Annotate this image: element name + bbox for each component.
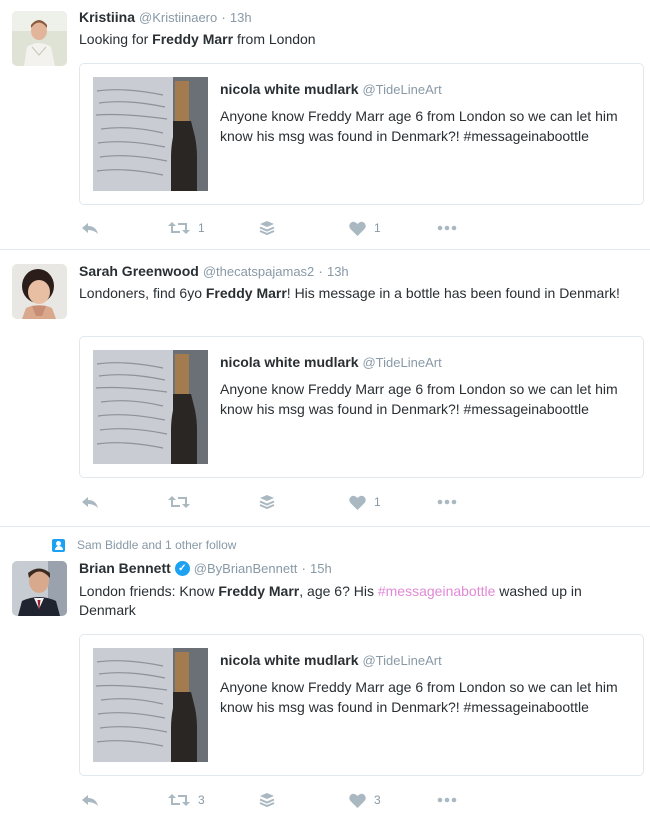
- quoted-tweet-image[interactable]: [93, 648, 208, 762]
- reply-icon: [82, 795, 98, 806]
- tweet-time[interactable]: 13h: [230, 10, 252, 25]
- stack-button[interactable]: [259, 219, 275, 237]
- tweet-text: London friends: Know Freddy Marr, age 6?…: [79, 582, 639, 620]
- avatar[interactable]: [12, 264, 67, 319]
- quoted-author-handle[interactable]: @TideLineArt: [362, 82, 441, 97]
- tweet-header: Kristiina @Kristiinaero · 13h: [79, 9, 252, 25]
- retweet-icon: [168, 794, 190, 806]
- retweet-icon: [168, 222, 190, 234]
- like-count: 3: [374, 793, 381, 807]
- heart-icon: [349, 221, 366, 236]
- tweet-text: Looking for Freddy Marr from London: [79, 30, 639, 49]
- quoted-tweet-image[interactable]: [93, 350, 208, 464]
- like-button[interactable]: 3: [349, 791, 381, 809]
- quoted-tweet-text: Anyone know Freddy Marr age 6 from Londo…: [220, 381, 618, 417]
- stack-icon: [259, 495, 275, 510]
- timeline: Kristiina @Kristiinaero · 13h Looking fo…: [0, 0, 650, 815]
- quoted-tweet[interactable]: nicola white mudlark @TideLineArt Anyone …: [79, 336, 644, 478]
- more-icon: [437, 499, 457, 505]
- heart-icon: [349, 793, 366, 808]
- tweet-time[interactable]: 13h: [327, 264, 349, 279]
- author-handle[interactable]: @ByBrianBennett: [194, 561, 298, 576]
- quoted-tweet[interactable]: nicola white mudlark @TideLineArt Anyone …: [79, 634, 644, 776]
- reply-button[interactable]: [81, 791, 99, 809]
- quoted-tweet-text: Anyone know Freddy Marr age 6 from Londo…: [220, 108, 618, 144]
- author-name[interactable]: Sarah Greenwood: [79, 263, 199, 279]
- heart-icon: [349, 495, 366, 510]
- tweet-text-bold: Freddy Marr: [218, 583, 300, 599]
- author-handle[interactable]: @Kristiinaero: [139, 10, 217, 25]
- tweet-text-part: ! His message in a bottle has been found…: [286, 285, 620, 301]
- tweet-header: Sarah Greenwood @thecatspajamas2 · 13h: [79, 263, 349, 279]
- stack-icon: [259, 221, 275, 236]
- quoted-tweet-header: nicola white mudlark @TideLineArt: [220, 652, 442, 668]
- verified-icon: ✓: [174, 560, 190, 576]
- tweet-text: Londoners, find 6yo Freddy Marr! His mes…: [79, 284, 639, 303]
- tweet-text-part: London friends: Know: [79, 583, 219, 599]
- quoted-tweet-header: nicola white mudlark @TideLineArt: [220, 81, 442, 97]
- hashtag-link[interactable]: #messageinabottle: [378, 583, 496, 599]
- tweet-text-part: Londoners, find 6yo: [79, 285, 206, 301]
- retweet-icon: [168, 496, 190, 508]
- author-name[interactable]: Brian Bennett: [79, 560, 171, 576]
- tweet-actions: 3 3: [79, 791, 499, 809]
- tweet-text-part: from London: [233, 31, 316, 47]
- retweet-count: 3: [198, 793, 205, 807]
- avatar[interactable]: [12, 11, 67, 66]
- more-icon: [437, 225, 457, 231]
- retweet-button[interactable]: 1: [168, 219, 205, 237]
- tweet-time[interactable]: 15h: [310, 561, 332, 576]
- stack-icon: [259, 793, 275, 808]
- quoted-author-name[interactable]: nicola white mudlark: [220, 81, 358, 97]
- reply-button[interactable]: [81, 219, 99, 237]
- tweet-actions: 1 1: [79, 219, 499, 237]
- retweet-count: 1: [198, 221, 205, 235]
- separator-dot: ·: [318, 263, 323, 279]
- retweet-button[interactable]: 3: [168, 791, 205, 809]
- more-button[interactable]: [437, 219, 457, 237]
- author-handle[interactable]: @thecatspajamas2: [203, 264, 314, 279]
- tweet-header: Brian Bennett ✓ @ByBrianBennett · 15h: [79, 560, 332, 576]
- separator-dot: ·: [301, 560, 306, 576]
- more-button[interactable]: [437, 493, 457, 511]
- separator-dot: ·: [221, 9, 226, 25]
- author-name[interactable]: Kristiina: [79, 9, 135, 25]
- more-icon: [437, 797, 457, 803]
- tweet[interactable]: Kristiina @Kristiinaero · 13h Looking fo…: [0, 0, 650, 250]
- tweet[interactable]: Sarah Greenwood @thecatspajamas2 · 13h L…: [0, 250, 650, 527]
- quoted-author-name[interactable]: nicola white mudlark: [220, 354, 358, 370]
- tweet[interactable]: Sam Biddle and 1 other follow Brian Benn…: [0, 527, 650, 815]
- reply-icon: [82, 497, 98, 508]
- tweet-text-bold: Freddy Marr: [205, 285, 287, 301]
- tweet-text-part: , age 6? His: [299, 583, 378, 599]
- like-button[interactable]: 1: [349, 219, 381, 237]
- tweet-text-part: Looking for: [79, 31, 153, 47]
- reply-button[interactable]: [81, 493, 99, 511]
- stack-button[interactable]: [259, 493, 275, 511]
- quoted-tweet-image[interactable]: [93, 77, 208, 191]
- more-button[interactable]: [437, 791, 457, 809]
- quoted-tweet-text: Anyone know Freddy Marr age 6 from Londo…: [220, 679, 618, 715]
- tweet-actions: 1: [79, 493, 499, 511]
- stack-button[interactable]: [259, 791, 275, 809]
- quoted-tweet[interactable]: nicola white mudlark @TideLineArt Anyone …: [79, 63, 644, 205]
- follow-context-icon: [52, 538, 65, 552]
- retweet-button[interactable]: [168, 493, 198, 511]
- like-count: 1: [374, 495, 381, 509]
- quoted-tweet-header: nicola white mudlark @TideLineArt: [220, 354, 442, 370]
- follow-context-text[interactable]: Sam Biddle and 1 other follow: [77, 538, 236, 552]
- follow-context: Sam Biddle and 1 other follow: [52, 538, 236, 552]
- tweet-text-bold: Freddy Marr: [152, 31, 234, 47]
- like-button[interactable]: 1: [349, 493, 381, 511]
- reply-icon: [82, 223, 98, 234]
- avatar[interactable]: [12, 561, 67, 616]
- like-count: 1: [374, 221, 381, 235]
- quoted-author-handle[interactable]: @TideLineArt: [362, 355, 441, 370]
- quoted-author-handle[interactable]: @TideLineArt: [362, 653, 441, 668]
- quoted-author-name[interactable]: nicola white mudlark: [220, 652, 358, 668]
